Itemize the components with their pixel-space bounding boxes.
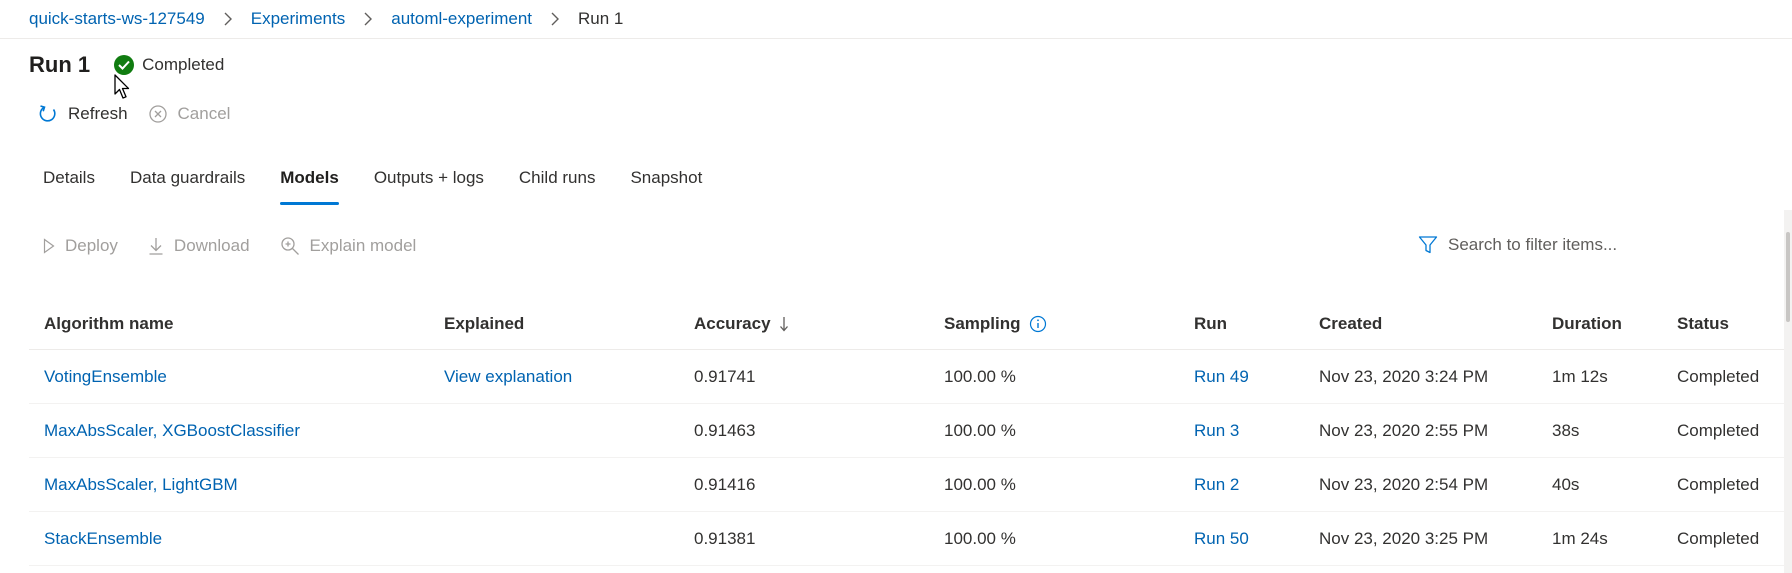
breadcrumb-current: Run 1 [578,9,624,28]
cancel-button[interactable]: Cancel [148,104,231,124]
status-value: Completed [1677,528,1760,548]
cancel-icon [148,104,168,124]
refresh-label: Refresh [68,104,128,123]
algorithm-link[interactable]: MaxAbsScaler, XGBoostClassifier [44,404,300,457]
table-row[interactable]: StackEnsemble 0.91381 100.00 % Run 50 No… [29,512,1784,566]
accuracy-value: 0.91463 [694,420,756,440]
accuracy-value: 0.91416 [694,474,756,494]
explain-model-label: Explain model [309,236,417,255]
status-text: Completed [142,55,225,74]
created-value: Nov 23, 2020 2:55 PM [1319,420,1489,440]
created-value: Nov 23, 2020 3:25 PM [1319,528,1489,548]
created-value: Nov 23, 2020 2:54 PM [1319,474,1489,494]
sampling-value: 100.00 % [944,528,1016,548]
download-label: Download [173,236,250,255]
search-zoom-icon [280,236,300,256]
breadcrumb-experiment[interactable]: automl-experiment [391,9,532,29]
breadcrumb-experiments[interactable]: Experiments [251,9,345,29]
col-created[interactable]: Created [1319,298,1382,349]
filter-icon [1418,235,1438,255]
refresh-icon [38,104,58,124]
run-link[interactable]: Run 2 [1194,458,1239,511]
tab-models[interactable]: Models [280,168,339,205]
col-run[interactable]: Run [1194,298,1227,349]
duration-value: 38s [1552,420,1580,440]
breadcrumb: quick-starts-ws-127549 Experiments autom… [0,0,1792,39]
duration-value: 1m 24s [1552,528,1608,548]
created-value: Nov 23, 2020 3:24 PM [1319,366,1489,386]
col-duration[interactable]: Duration [1552,298,1622,349]
tab-child-runs[interactable]: Child runs [519,168,596,202]
tab-outputs-logs[interactable]: Outputs + logs [374,168,484,202]
download-icon [148,237,164,255]
chevron-right-icon [550,12,560,26]
sampling-value: 100.00 % [944,474,1016,494]
algorithm-link[interactable]: MaxAbsScaler, LightGBM [44,458,238,511]
info-icon[interactable] [1029,315,1047,333]
page-title: Run 1 [29,52,91,77]
mouse-cursor-icon [114,74,132,105]
col-explained[interactable]: Explained [444,298,524,349]
models-toolbar: Deploy Download Explain model [43,236,446,256]
sampling-value: 100.00 % [944,420,1016,440]
chevron-right-icon [223,12,233,26]
deploy-label: Deploy [65,236,118,255]
table-row[interactable]: MaxAbsScaler, LightGBM 0.91416 100.00 % … [29,458,1784,512]
scrollbar-thumb[interactable] [1786,232,1790,322]
breadcrumb-workspace[interactable]: quick-starts-ws-127549 [29,9,205,29]
check-circle-icon [114,55,135,75]
cancel-label: Cancel [177,104,231,123]
col-status[interactable]: Status [1677,298,1729,349]
status-value: Completed [1677,474,1760,494]
col-algorithm-name[interactable]: Algorithm name [44,298,173,349]
table-header: Algorithm name Explained Accuracy Sampli… [29,298,1784,350]
run-link[interactable]: Run 50 [1194,512,1249,565]
tab-list: Details Data guardrails Models Outputs +… [43,168,737,205]
tab-details[interactable]: Details [43,168,95,202]
status-value: Completed [1677,420,1760,440]
col-sampling[interactable]: Sampling [944,298,1047,349]
chevron-right-icon [363,12,373,26]
table-row[interactable]: VotingEnsemble View explanation 0.91741 … [29,350,1784,404]
play-icon [43,238,55,254]
sampling-value: 100.00 % [944,366,1016,386]
run-link[interactable]: Run 3 [1194,404,1239,457]
table-row[interactable]: MaxAbsScaler, XGBoostClassifier 0.91463 … [29,404,1784,458]
status-value: Completed [1677,366,1760,386]
deploy-button[interactable]: Deploy [43,236,118,256]
status-badge: Completed [114,55,224,75]
refresh-button[interactable]: Refresh [38,104,128,124]
tab-snapshot[interactable]: Snapshot [630,168,702,202]
duration-value: 1m 12s [1552,366,1608,386]
download-button[interactable]: Download [148,236,250,256]
tab-data-guardrails[interactable]: Data guardrails [130,168,245,202]
col-accuracy[interactable]: Accuracy [694,298,789,349]
search-input-placeholder[interactable]: Search to filter items... [1448,235,1617,255]
accuracy-value: 0.91381 [694,528,756,548]
command-bar: Refresh Cancel [38,104,250,124]
algorithm-link[interactable]: VotingEnsemble [44,350,167,403]
models-table: Algorithm name Explained Accuracy Sampli… [29,298,1784,566]
algorithm-link[interactable]: StackEnsemble [44,512,162,565]
run-link[interactable]: Run 49 [1194,350,1249,403]
view-explanation-link[interactable]: View explanation [444,350,572,403]
explain-model-button[interactable]: Explain model [280,236,417,256]
accuracy-value: 0.91741 [694,366,756,386]
sort-down-icon [779,316,789,332]
search-filter[interactable]: Search to filter items... [1418,235,1617,255]
duration-value: 40s [1552,474,1580,494]
